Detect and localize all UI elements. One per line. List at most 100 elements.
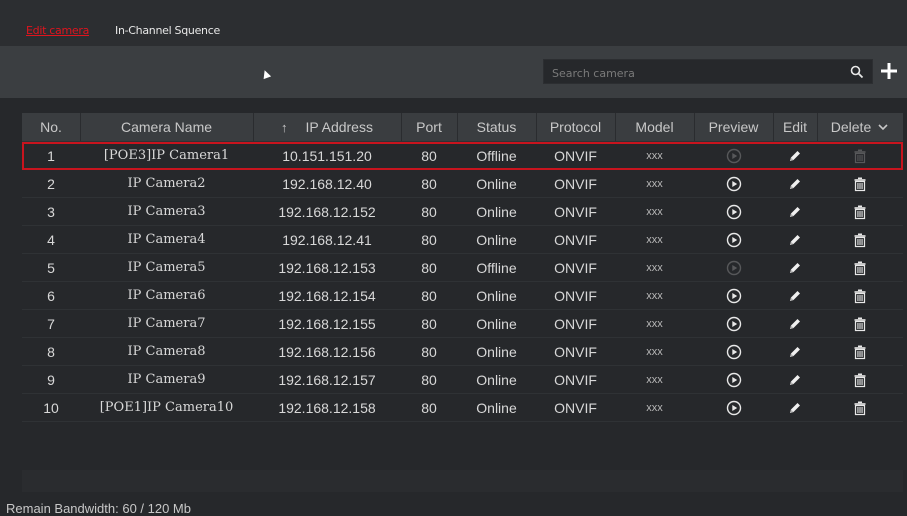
- play-icon[interactable]: [726, 232, 742, 248]
- play-icon: [726, 148, 742, 164]
- pencil-edit-icon[interactable]: [787, 232, 803, 248]
- trash-icon[interactable]: [852, 372, 868, 388]
- cell-model: xxx: [646, 149, 663, 162]
- table-row[interactable]: 2 IP Camera2 192.168.12.40 80 Online ONVIF xxx: [22, 170, 903, 198]
- cell-preview: [694, 310, 773, 337]
- cell-no: 10: [43, 399, 59, 416]
- pencil-edit-icon[interactable]: [787, 260, 803, 276]
- pencil-edit-icon[interactable]: [787, 148, 803, 164]
- header-protocol[interactable]: Protocol: [536, 113, 616, 141]
- play-icon[interactable]: [726, 344, 742, 360]
- cell-ip-address: 10.151.151.20: [282, 147, 372, 164]
- trash-icon[interactable]: [852, 176, 868, 192]
- cell-no: 7: [47, 315, 55, 332]
- table-row[interactable]: 3 IP Camera3 192.168.12.152 80 Online ONVIF xx…: [22, 198, 903, 226]
- play-icon[interactable]: [726, 400, 742, 416]
- cell-edit: [773, 254, 817, 281]
- cell-port: 80: [421, 231, 437, 248]
- play-icon[interactable]: [726, 204, 742, 220]
- trash-icon[interactable]: [852, 260, 868, 276]
- sort-arrow-up-icon: ↑: [281, 119, 288, 135]
- table-row[interactable]: 10 [POE1]IP Camera10 192.168.12.158 80 Onlin…: [22, 394, 903, 422]
- trash-icon[interactable]: [852, 316, 868, 332]
- table-row[interactable]: 1 [POE3]IP Camera1 10.151.151.20 80 Offline O…: [22, 142, 903, 170]
- tab-edit-camera[interactable]: Edit camera: [26, 24, 89, 37]
- pencil-edit-icon[interactable]: [787, 344, 803, 360]
- cell-status: Offline: [476, 259, 517, 276]
- table-row[interactable]: 4 IP Camera4 192.168.12.41 80 Online ONVIF xxx: [22, 226, 903, 254]
- play-icon[interactable]: [726, 316, 742, 332]
- cell-no: 5: [47, 259, 55, 276]
- header-status[interactable]: Status: [457, 113, 537, 141]
- cell-status: Offline: [476, 147, 517, 164]
- header-no[interactable]: No.: [22, 113, 81, 141]
- search-icon[interactable]: [850, 65, 864, 79]
- tab-in-channel-sequence[interactable]: In-Channel Squence: [115, 24, 220, 37]
- cell-status: Online: [476, 175, 517, 192]
- table-header: No. Camera Name ↑ IP Address Port Status…: [22, 113, 903, 142]
- cell-status: Online: [476, 203, 517, 220]
- cell-protocol: ONVIF: [554, 175, 597, 192]
- trash-icon[interactable]: [852, 288, 868, 304]
- cell-preview: [694, 198, 773, 225]
- header-edit: Edit: [773, 113, 818, 141]
- cell-status: Online: [476, 231, 517, 248]
- cell-protocol: ONVIF: [554, 203, 597, 220]
- trash-icon[interactable]: [852, 400, 868, 416]
- header-camera-name[interactable]: Camera Name: [80, 113, 254, 141]
- pencil-edit-icon[interactable]: [787, 400, 803, 416]
- chevron-down-icon[interactable]: [877, 121, 889, 133]
- cell-port: 80: [421, 287, 437, 304]
- table-row[interactable]: 9 IP Camera9 192.168.12.157 80 Online ONVIF xx…: [22, 366, 903, 394]
- cell-model: xxx: [646, 289, 663, 302]
- cell-ip-address: 192.168.12.154: [278, 287, 376, 304]
- pencil-edit-icon[interactable]: [787, 176, 803, 192]
- cell-status: Online: [476, 343, 517, 360]
- play-icon: [726, 260, 742, 276]
- cell-port: 80: [421, 315, 437, 332]
- header-port[interactable]: Port: [401, 113, 458, 141]
- cell-preview: [694, 366, 773, 393]
- trash-icon[interactable]: [852, 204, 868, 220]
- search-input[interactable]: [550, 63, 844, 83]
- trash-icon[interactable]: [852, 232, 868, 248]
- play-icon[interactable]: [726, 372, 742, 388]
- cell-protocol: ONVIF: [554, 343, 597, 360]
- header-delete[interactable]: Delete: [817, 113, 903, 141]
- cell-camera-name: IP Camera3: [127, 204, 206, 219]
- pencil-edit-icon[interactable]: [787, 316, 803, 332]
- cell-port: 80: [421, 259, 437, 276]
- play-icon[interactable]: [726, 176, 742, 192]
- cell-edit: [773, 226, 817, 253]
- cell-model: xxx: [646, 373, 663, 386]
- trash-icon[interactable]: [852, 344, 868, 360]
- cell-delete: [817, 254, 903, 281]
- cell-protocol: ONVIF: [554, 147, 597, 164]
- table-row[interactable]: 6 IP Camera6 192.168.12.154 80 Online ONVIF xx…: [22, 282, 903, 310]
- cell-delete: [817, 226, 903, 253]
- cell-edit: [773, 338, 817, 365]
- table-row[interactable]: 7 IP Camera7 192.168.12.155 80 Online ONVIF xx…: [22, 310, 903, 338]
- header-model[interactable]: Model: [615, 113, 695, 141]
- cell-preview: [694, 170, 773, 197]
- add-camera-icon[interactable]: [879, 61, 899, 81]
- header-ip-address[interactable]: ↑ IP Address: [253, 113, 402, 141]
- play-icon[interactable]: [726, 288, 742, 304]
- cell-preview: [694, 282, 773, 309]
- pencil-edit-icon[interactable]: [787, 288, 803, 304]
- pencil-edit-icon[interactable]: [787, 204, 803, 220]
- cell-ip-address: 192.168.12.153: [278, 259, 376, 276]
- cell-ip-address: 192.168.12.158: [278, 399, 376, 416]
- table-row[interactable]: 5 IP Camera5 192.168.12.153 80 Offline ONVIF x…: [22, 254, 903, 282]
- cell-model: xxx: [646, 261, 663, 274]
- table-row[interactable]: 8 IP Camera8 192.168.12.156 80 Online ONVIF xx…: [22, 338, 903, 366]
- cell-preview: [694, 226, 773, 253]
- cell-edit: [773, 142, 817, 169]
- pencil-edit-icon[interactable]: [787, 372, 803, 388]
- cell-no: 2: [47, 175, 55, 192]
- header-ip-address-label: IP Address: [305, 119, 373, 135]
- cell-status: Online: [476, 399, 517, 416]
- cell-delete: [817, 394, 903, 421]
- cell-ip-address: 192.168.12.155: [278, 315, 376, 332]
- cell-ip-address: 192.168.12.41: [282, 231, 372, 248]
